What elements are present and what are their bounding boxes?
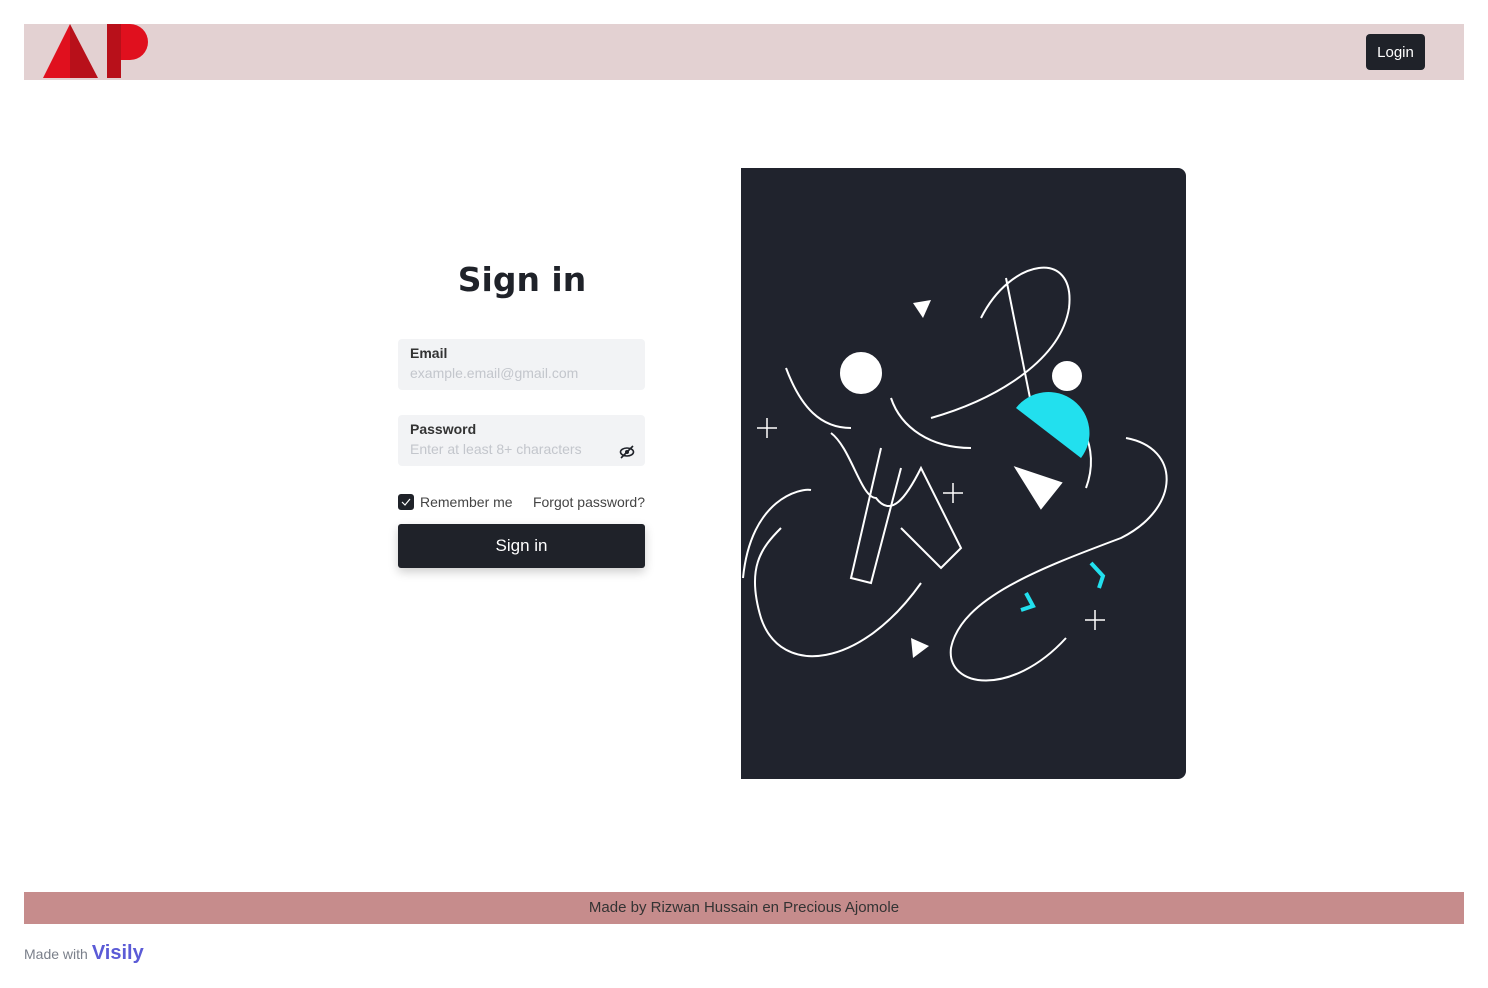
check-icon: [401, 498, 411, 506]
made-with-visily-badge[interactable]: Made with Visily: [24, 942, 144, 965]
email-label: Email: [410, 345, 448, 361]
forgot-password-link[interactable]: Forgot password?: [533, 494, 645, 510]
page-title: Sign in: [457, 260, 587, 299]
remember-checkbox[interactable]: [398, 494, 414, 510]
ap-logo[interactable]: [42, 24, 152, 80]
remember-label[interactable]: Remember me: [420, 494, 513, 510]
page: Login Sign in Email Password Remember me…: [24, 24, 1464, 924]
password-field[interactable]: Password: [398, 415, 645, 466]
footer: Made by Rizwan Hussain en Precious Ajomo…: [24, 892, 1464, 924]
visily-logo: Visily: [91, 942, 144, 964]
email-input[interactable]: [410, 365, 610, 381]
dancing-people-illustration: [742, 266, 1168, 682]
illustration: [741, 168, 1186, 779]
options-row: Remember me Forgot password?: [398, 493, 645, 511]
sign-in-button[interactable]: Sign in: [398, 524, 645, 568]
login-button[interactable]: Login: [1366, 34, 1425, 70]
made-with-text: Made with: [24, 945, 88, 962]
password-input[interactable]: [410, 441, 610, 457]
email-field[interactable]: Email: [398, 339, 645, 390]
header: Login: [24, 24, 1464, 80]
eye-off-icon[interactable]: [619, 445, 635, 459]
password-label: Password: [410, 421, 477, 437]
